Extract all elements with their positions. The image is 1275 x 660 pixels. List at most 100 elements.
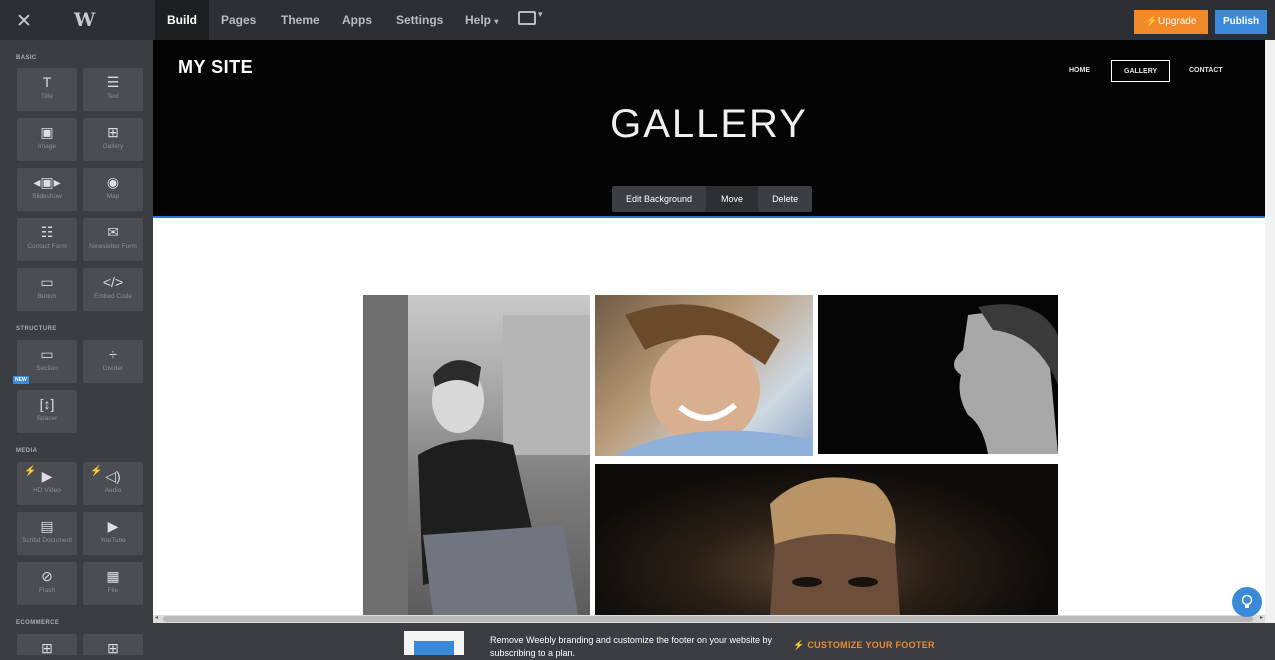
photo-man-profile bbox=[953, 304, 1058, 454]
tile-label: Text bbox=[107, 93, 119, 100]
footer-preview-image bbox=[404, 631, 464, 655]
tile-file[interactable]: ▦ File bbox=[83, 562, 143, 605]
tile-gallery[interactable]: ⊞ Gallery bbox=[83, 118, 143, 161]
tile-slideshow[interactable]: ◂▣▸ Slideshow bbox=[17, 168, 77, 211]
tile-contact-form[interactable]: ☷ Contact Form bbox=[17, 218, 77, 261]
bolt-icon: ⚡ bbox=[90, 466, 103, 477]
gallery-photo[interactable] bbox=[818, 295, 1058, 454]
publish-button[interactable]: Publish bbox=[1215, 10, 1267, 34]
tile-hd-video[interactable]: ⚡ ▶ HD Video bbox=[17, 462, 77, 505]
tile-label: File bbox=[107, 587, 119, 594]
tab-build[interactable]: Build bbox=[155, 0, 209, 40]
tile-flash[interactable]: ⊘ Flash bbox=[17, 562, 77, 605]
tile-audio[interactable]: ⚡ ◁) Audio bbox=[83, 462, 143, 505]
section-icon: ▭ bbox=[40, 346, 54, 362]
section-title-media: MEDIA bbox=[16, 448, 38, 454]
photo-man-dark bbox=[770, 477, 900, 615]
image-icon: ▣ bbox=[40, 124, 54, 140]
text-icon: ☰ bbox=[106, 74, 120, 90]
product-list-icon: ⊞ bbox=[107, 640, 119, 655]
gallery-photo[interactable] bbox=[595, 464, 1058, 615]
page-headline[interactable]: GALLERY bbox=[153, 102, 1265, 147]
tile-scribd-document[interactable]: ▤ Scribd Document bbox=[17, 512, 77, 555]
document-icon: ▤ bbox=[40, 518, 54, 534]
bolt-icon: ⚡ bbox=[1145, 16, 1159, 27]
close-icon[interactable]: ✕ bbox=[16, 10, 32, 33]
contact-form-icon: ☷ bbox=[40, 224, 54, 240]
delete-button[interactable]: Delete bbox=[758, 186, 812, 212]
tab-settings[interactable]: Settings bbox=[384, 0, 455, 40]
gallery-photo[interactable] bbox=[363, 295, 590, 615]
photo-man-seated bbox=[363, 295, 590, 615]
tile-label: Slideshow bbox=[32, 193, 62, 200]
weebly-logo: W bbox=[74, 9, 96, 31]
tile-youtube[interactable]: ▶ YouTube bbox=[83, 512, 143, 555]
tile-label: Contact Form bbox=[27, 243, 67, 250]
lightbulb-icon[interactable] bbox=[1232, 587, 1262, 617]
upgrade-button[interactable]: ⚡Upgrade bbox=[1134, 10, 1208, 34]
title-icon: T bbox=[42, 74, 52, 90]
tile-store-product[interactable]: ⊞ bbox=[17, 634, 77, 655]
tile-label: Flash bbox=[39, 587, 55, 594]
customize-footer-link[interactable]: ⚡ CUSTOMIZE YOUR FOOTER bbox=[793, 640, 935, 651]
nav-gallery[interactable]: GALLERY bbox=[1111, 60, 1171, 82]
section-toolbar: Edit Background Move Delete bbox=[612, 186, 813, 212]
footer-message: Remove Weebly branding and customize the… bbox=[490, 635, 772, 658]
scroll-left-icon[interactable]: ◂ bbox=[155, 614, 158, 621]
tile-label: Scribd Document bbox=[22, 537, 72, 544]
tile-image[interactable]: ▣ Image bbox=[17, 118, 77, 161]
tile-label: HD Video bbox=[33, 487, 61, 494]
tile-label: Embed Code bbox=[94, 293, 132, 300]
scrollbar-thumb[interactable] bbox=[163, 616, 1253, 622]
nav-contact[interactable]: CONTACT bbox=[1189, 60, 1223, 82]
tab-pages[interactable]: Pages bbox=[209, 0, 268, 40]
tile-label: Audio bbox=[104, 487, 122, 494]
tile-divider[interactable]: ÷ Divider bbox=[83, 340, 143, 383]
tile-label: YouTube bbox=[100, 537, 126, 544]
scroll-right-icon[interactable]: ▸ bbox=[1260, 614, 1263, 621]
tab-help[interactable]: Help ▾ bbox=[453, 0, 510, 40]
nav-home[interactable]: HOME bbox=[1069, 60, 1090, 82]
tile-spacer[interactable]: [↕] Spacer bbox=[17, 390, 77, 433]
edit-background-button[interactable]: Edit Background bbox=[612, 186, 708, 212]
photo-man-smiling bbox=[615, 304, 813, 456]
tile-map[interactable]: ◉ Map bbox=[83, 168, 143, 211]
youtube-icon: ▶ bbox=[107, 518, 119, 534]
section-title-ecommerce: ECOMMERCE bbox=[16, 620, 60, 626]
site-title[interactable]: MY SITE bbox=[178, 57, 253, 78]
spacer-icon: [↕] bbox=[39, 396, 55, 412]
page-canvas: MY SITE HOME GALLERY CONTACT GALLERY Edi… bbox=[153, 40, 1265, 615]
tab-help-label: Help bbox=[465, 13, 492, 27]
tile-label: Gallery bbox=[102, 143, 124, 150]
product-grid-icon: ⊞ bbox=[41, 640, 53, 655]
tab-apps[interactable]: Apps bbox=[330, 0, 384, 40]
header-section[interactable]: MY SITE HOME GALLERY CONTACT GALLERY Edi… bbox=[153, 40, 1265, 218]
file-icon: ▦ bbox=[106, 568, 120, 584]
tab-theme[interactable]: Theme bbox=[269, 0, 332, 40]
horizontal-scrollbar[interactable]: ◂ ▸ bbox=[153, 615, 1265, 623]
canvas-right-edge bbox=[1265, 40, 1275, 623]
tile-label: Title bbox=[40, 93, 54, 100]
tile-label: Divider bbox=[102, 365, 124, 372]
tile-label: Spacer bbox=[36, 415, 58, 422]
chevron-down-icon: ▾ bbox=[538, 9, 543, 19]
envelope-icon: ✉ bbox=[107, 224, 119, 240]
tile-newsletter-form[interactable]: ✉ Newsletter Form bbox=[83, 218, 143, 261]
tile-embed-code[interactable]: </> Embed Code bbox=[83, 268, 143, 311]
tile-store-category[interactable]: ⊞ bbox=[83, 634, 143, 655]
slideshow-icon: ◂▣▸ bbox=[33, 174, 61, 190]
desktop-device-icon[interactable] bbox=[518, 11, 536, 25]
chevron-down-icon: ▾ bbox=[494, 17, 499, 26]
section-title-structure: STRUCTURE bbox=[16, 326, 57, 332]
top-toolbar: ✕ W Build Pages Theme Apps Settings Help… bbox=[0, 0, 1275, 40]
move-button[interactable]: Move bbox=[707, 186, 759, 212]
tile-button[interactable]: ▭ Button bbox=[17, 268, 77, 311]
gallery-photo[interactable] bbox=[595, 295, 813, 456]
new-badge: NEW bbox=[13, 376, 29, 384]
tile-title[interactable]: T Title bbox=[17, 68, 77, 111]
divider-icon: ÷ bbox=[109, 346, 117, 362]
customize-footer-label: CUSTOMIZE YOUR FOOTER bbox=[807, 640, 935, 650]
tile-text[interactable]: ☰ Text bbox=[83, 68, 143, 111]
gallery-icon: ⊞ bbox=[107, 124, 119, 140]
tile-label: Newsletter Form bbox=[89, 243, 137, 250]
